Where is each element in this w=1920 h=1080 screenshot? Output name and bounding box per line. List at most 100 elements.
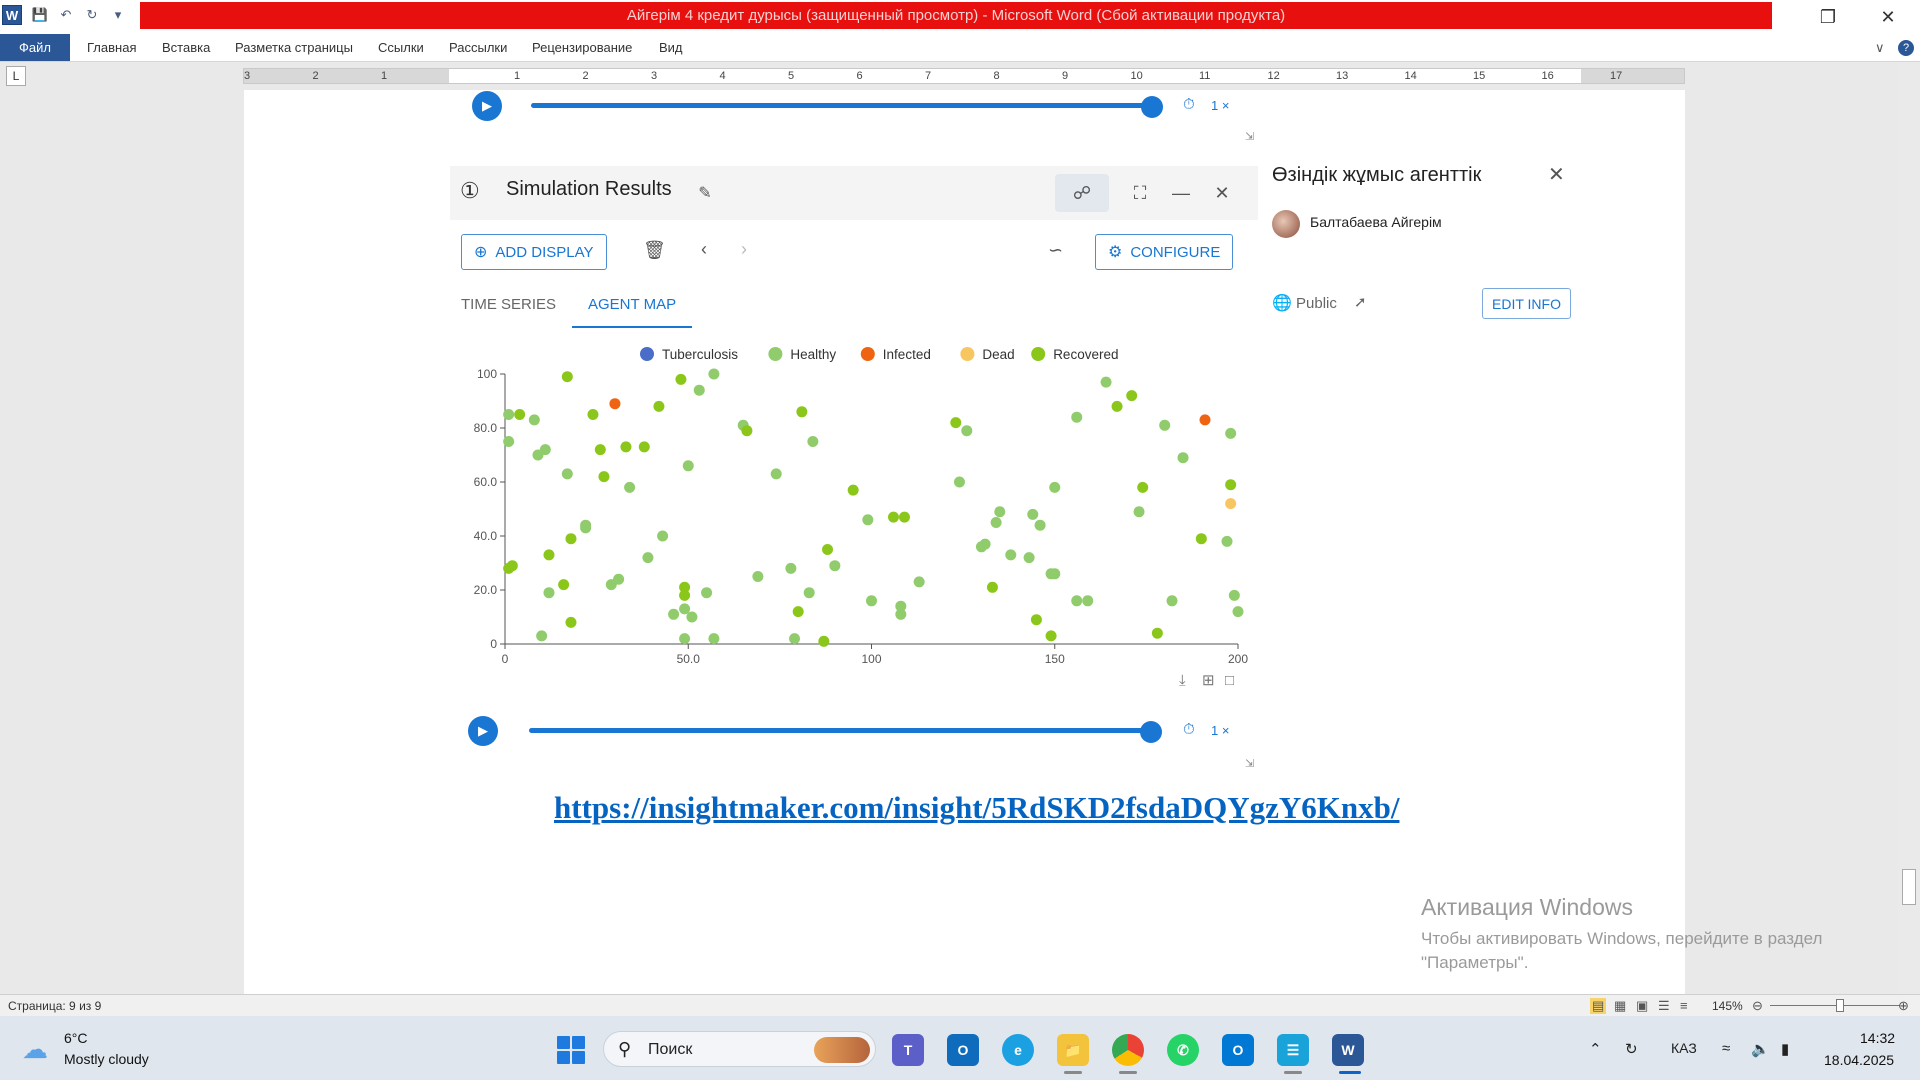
teams-icon[interactable]: T	[892, 1034, 924, 1066]
help-icon[interactable]: ?	[1898, 40, 1914, 56]
previous-chevron-icon[interactable]: ‹	[701, 239, 707, 260]
agent-point-healthy	[961, 425, 973, 437]
clock-time[interactable]: 14:32	[1860, 1030, 1895, 1046]
edit-info-button[interactable]: EDIT INFO	[1482, 288, 1571, 319]
zoom-in-icon[interactable]: ⊕	[1898, 998, 1909, 1014]
tab-time-series[interactable]: TIME SERIES	[461, 296, 556, 313]
agent-point-healthy	[789, 633, 801, 645]
battery-icon[interactable]: ▮	[1781, 1040, 1789, 1058]
add-display-button[interactable]: ⊕ ADD DISPLAY	[461, 234, 607, 270]
x-tick-label: 50.0	[677, 652, 701, 666]
edit-pencil-icon[interactable]: ✎	[690, 178, 720, 208]
time-slider-knob[interactable]	[1140, 721, 1162, 743]
author-name[interactable]: Балтабаева Айгерім	[1310, 214, 1442, 230]
agent-point-healthy	[1071, 595, 1083, 607]
edge-icon[interactable]: e	[1002, 1034, 1034, 1066]
zoom-box-icon[interactable]: ⊞	[1202, 672, 1215, 689]
cloud-weather-icon[interactable]: ☁	[22, 1034, 48, 1065]
agent-point-healthy	[803, 587, 815, 599]
time-slider-knob-top[interactable]	[1141, 96, 1163, 118]
print-layout-icon[interactable]: ▤	[1590, 998, 1607, 1014]
agent-point-healthy	[1082, 595, 1094, 607]
outlook-icon[interactable]: O	[1222, 1034, 1254, 1066]
web-layout-icon[interactable]: ▣	[1636, 998, 1648, 1014]
agent-point-recovered	[822, 544, 834, 555]
notepad-icon[interactable]: ☰	[1277, 1034, 1309, 1066]
agent-point-healthy	[953, 476, 965, 488]
volume-icon[interactable]: 🔈	[1751, 1040, 1770, 1058]
speed-icon-top[interactable]: ⏱	[1183, 96, 1195, 113]
outline-view-icon[interactable]: ☰	[1658, 998, 1670, 1014]
tab-references[interactable]: Ссылки	[378, 34, 424, 61]
vertical-scrollbar[interactable]	[1898, 62, 1920, 994]
horizontal-ruler[interactable]: 3 2 1 1 2 3 4 5 6 7 8 9 10 11 12 13 14 15 16 17	[243, 68, 1685, 84]
reset-zoom-icon[interactable]: □	[1225, 672, 1234, 689]
chrome-icon[interactable]	[1112, 1034, 1144, 1066]
play-button-top[interactable]: ▶	[472, 91, 502, 121]
tab-mailings[interactable]: Рассылки	[449, 34, 507, 61]
page-counter[interactable]: Страница: 9 из 9	[8, 999, 101, 1013]
clock-date[interactable]: 18.04.2025	[1824, 1052, 1894, 1068]
close-window-icon[interactable]: ✕	[1868, 4, 1908, 30]
agent-point-healthy	[613, 573, 625, 585]
minimize-panel-icon[interactable]: —	[1166, 178, 1196, 208]
time-slider[interactable]	[529, 728, 1151, 733]
signature-icon[interactable]: ∽	[1048, 240, 1063, 261]
close-info-icon[interactable]: ✕	[1548, 162, 1565, 187]
sync-icon[interactable]: ↻	[1625, 1040, 1638, 1058]
resize-handle-icon[interactable]: ⇲	[1245, 130, 1254, 143]
temperature[interactable]: 6°C	[64, 1030, 88, 1046]
undo-icon[interactable]: ↶	[58, 7, 74, 23]
word-taskbar-icon[interactable]: W	[1332, 1034, 1364, 1066]
tab-selector-icon[interactable]: L	[6, 66, 26, 86]
zoom-out-icon[interactable]: ⊖	[1752, 998, 1763, 1014]
customize-toolbar-icon[interactable]: ▾	[110, 7, 126, 23]
tab-file[interactable]: Файл	[0, 34, 70, 61]
tab-review[interactable]: Рецензирование	[532, 34, 632, 61]
tab-insert[interactable]: Вставка	[162, 34, 210, 61]
whatsapp-icon[interactable]: ✆	[1167, 1034, 1199, 1066]
redo-icon[interactable]: ↻	[84, 7, 100, 23]
fullscreen-icon[interactable]: ⛶	[1125, 178, 1155, 208]
weather-condition[interactable]: Mostly cloudy	[64, 1051, 149, 1067]
show-hidden-icons-icon[interactable]: ⌃	[1589, 1040, 1602, 1058]
zoom-level[interactable]: 145%	[1712, 999, 1743, 1013]
restore-window-icon[interactable]: ❐	[1808, 4, 1848, 30]
agent-point-healthy	[668, 608, 680, 620]
speed-label-top: 1 ×	[1211, 98, 1230, 113]
windows-start-icon[interactable]	[557, 1036, 585, 1064]
reading-view-icon[interactable]: ▦	[1614, 998, 1626, 1014]
legend-swatch	[960, 347, 975, 361]
time-slider-top[interactable]	[531, 103, 1153, 108]
outlook-new-icon[interactable]: O	[947, 1034, 979, 1066]
speed-icon[interactable]: ⏱	[1183, 721, 1195, 738]
configure-button[interactable]: ⚙ CONFIGURE	[1095, 234, 1234, 270]
resize-handle-icon-bottom[interactable]: ⇲	[1245, 757, 1254, 770]
insight-hyperlink[interactable]: https://insightmaker.com/insight/5RdSKD2…	[554, 790, 1399, 826]
agent-point-healthy	[990, 517, 1002, 528]
download-icon[interactable]: ⤓	[1179, 672, 1186, 689]
zoom-slider[interactable]	[1770, 1005, 1900, 1006]
tab-view[interactable]: Вид	[659, 34, 683, 61]
wifi-icon[interactable]: ≈	[1722, 1040, 1730, 1057]
agent-point-recovered	[898, 511, 910, 523]
ribbon-collapse-icon[interactable]: ∨	[1875, 40, 1885, 56]
delete-trash-icon[interactable]: 🗑	[643, 240, 666, 261]
zoom-slider-knob[interactable]	[1836, 999, 1844, 1012]
draft-view-icon[interactable]: ≡	[1680, 998, 1688, 1013]
tab-page-layout[interactable]: Разметка страницы	[235, 34, 353, 61]
next-chevron-icon[interactable]: ›	[741, 239, 747, 260]
save-icon[interactable]: 💾	[32, 7, 48, 23]
close-panel-icon[interactable]: ✕	[1207, 178, 1237, 208]
ruler-number: 3	[244, 70, 251, 82]
word-app-icon[interactable]: W	[2, 5, 22, 25]
tab-agent-map[interactable]: AGENT MAP	[588, 296, 676, 313]
play-button[interactable]: ▶	[468, 716, 498, 746]
agent-point-infected	[1199, 414, 1211, 426]
share-nodes-icon[interactable]: ☍	[1055, 174, 1109, 212]
ruler-number: 2	[312, 70, 319, 82]
file-explorer-icon[interactable]: 📁	[1057, 1034, 1089, 1066]
taskbar-search[interactable]: ⚲ Поиск	[603, 1031, 876, 1067]
tab-home[interactable]: Главная	[87, 34, 136, 61]
input-language[interactable]: КАЗ	[1671, 1040, 1697, 1056]
